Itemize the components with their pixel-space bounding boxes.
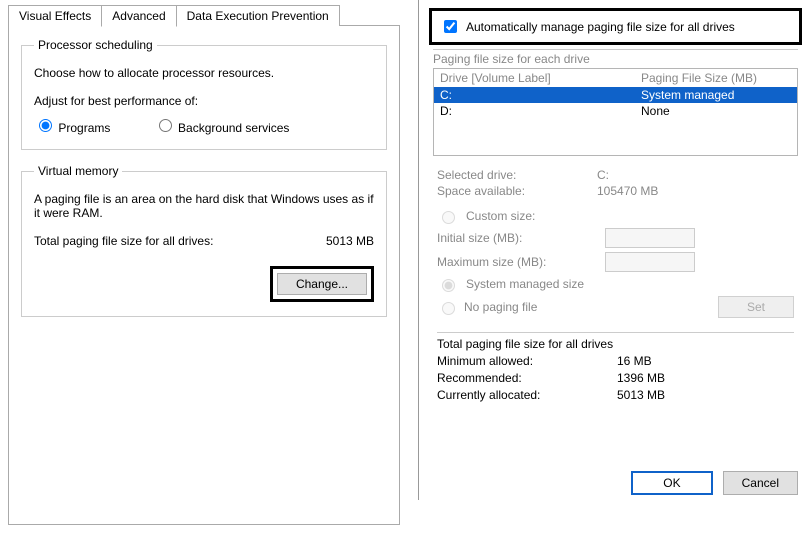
each-drive-title: Paging file size for each drive: [433, 49, 798, 66]
set-button: Set: [718, 296, 794, 318]
performance-options-panel: Visual Effects Advanced Data Execution P…: [0, 0, 410, 538]
auto-manage-checkbox[interactable]: [444, 20, 457, 33]
radio-background[interactable]: Background services: [154, 121, 290, 135]
change-button[interactable]: Change...: [277, 273, 367, 295]
change-highlight-box: Change...: [270, 266, 374, 302]
drive-c-size: System managed: [641, 88, 791, 102]
drive-row-d[interactable]: D: None: [434, 103, 797, 119]
tab-dep[interactable]: Data Execution Prevention: [176, 5, 340, 26]
drive-row-c[interactable]: C: System managed: [434, 87, 797, 103]
currently-allocated-value: 5013 MB: [617, 388, 665, 402]
virtual-memory-legend: Virtual memory: [34, 164, 122, 178]
selected-drive-label: Selected drive:: [437, 168, 597, 182]
tab-body-advanced: Processor scheduling Choose how to alloc…: [8, 25, 400, 525]
min-allowed-value: 16 MB: [617, 354, 652, 368]
virtual-memory-group: Virtual memory A paging file is an area …: [21, 164, 387, 317]
radio-programs-input[interactable]: [39, 119, 52, 132]
initial-size-input: [605, 228, 695, 248]
radio-background-label: Background services: [178, 121, 289, 135]
radio-programs[interactable]: Programs: [34, 121, 114, 135]
cancel-button[interactable]: Cancel: [723, 471, 798, 495]
space-available-value: 105470 MB: [597, 184, 658, 198]
drive-d-label: D:: [440, 104, 641, 118]
selected-drive-value: C:: [597, 168, 609, 182]
processor-scheduling-desc: Choose how to allocate processor resourc…: [34, 66, 374, 80]
processor-scheduling-group: Processor scheduling Choose how to alloc…: [21, 38, 387, 150]
adjust-label: Adjust for best performance of:: [34, 94, 374, 108]
radio-programs-label: Programs: [58, 121, 110, 135]
radio-custom-input: [442, 211, 455, 224]
recommended-label: Recommended:: [437, 371, 617, 385]
min-allowed-label: Minimum allowed:: [437, 354, 617, 368]
radio-system-managed-input: [442, 279, 455, 292]
radio-system-managed: System managed size: [437, 276, 794, 292]
drive-list[interactable]: Drive [Volume Label] Paging File Size (M…: [433, 68, 798, 156]
drive-c-label: C:: [440, 88, 641, 102]
recommended-value: 1396 MB: [617, 371, 665, 385]
drive-d-size: None: [641, 104, 791, 118]
currently-allocated-label: Currently allocated:: [437, 388, 617, 402]
column-drive: Drive [Volume Label]: [440, 71, 641, 85]
radio-system-managed-label: System managed size: [466, 277, 584, 291]
initial-size-label: Initial size (MB):: [437, 231, 597, 245]
auto-manage-label: Automatically manage paging file size fo…: [466, 20, 735, 34]
processor-scheduling-legend: Processor scheduling: [34, 38, 157, 52]
totals-title: Total paging file size for all drives: [437, 337, 794, 351]
space-available-label: Space available:: [437, 184, 597, 198]
tab-visual-effects[interactable]: Visual Effects: [8, 5, 102, 26]
column-size: Paging File Size (MB): [641, 71, 791, 85]
radio-background-input[interactable]: [159, 119, 172, 132]
radio-no-paging: No paging file: [437, 299, 537, 315]
radio-custom-size: Custom size:: [437, 208, 794, 224]
maximum-size-label: Maximum size (MB):: [437, 255, 597, 269]
virtual-memory-dialog: Automatically manage paging file size fo…: [418, 0, 812, 500]
maximum-size-input: [605, 252, 695, 272]
radio-no-paging-input: [442, 302, 455, 315]
radio-custom-label: Custom size:: [466, 209, 535, 223]
ok-button[interactable]: OK: [631, 471, 712, 495]
virtual-memory-desc: A paging file is an area on the hard dis…: [34, 192, 374, 220]
auto-manage-highlight-box: Automatically manage paging file size fo…: [429, 8, 802, 45]
auto-manage-row[interactable]: Automatically manage paging file size fo…: [440, 17, 791, 36]
totals-group: Total paging file size for all drives Mi…: [437, 332, 794, 402]
tab-strip: Visual Effects Advanced Data Execution P…: [8, 4, 400, 26]
vm-total-label: Total paging file size for all drives:: [34, 234, 213, 248]
tab-advanced[interactable]: Advanced: [101, 5, 176, 27]
radio-no-paging-label: No paging file: [464, 300, 537, 314]
vm-total-value: 5013 MB: [326, 234, 374, 248]
